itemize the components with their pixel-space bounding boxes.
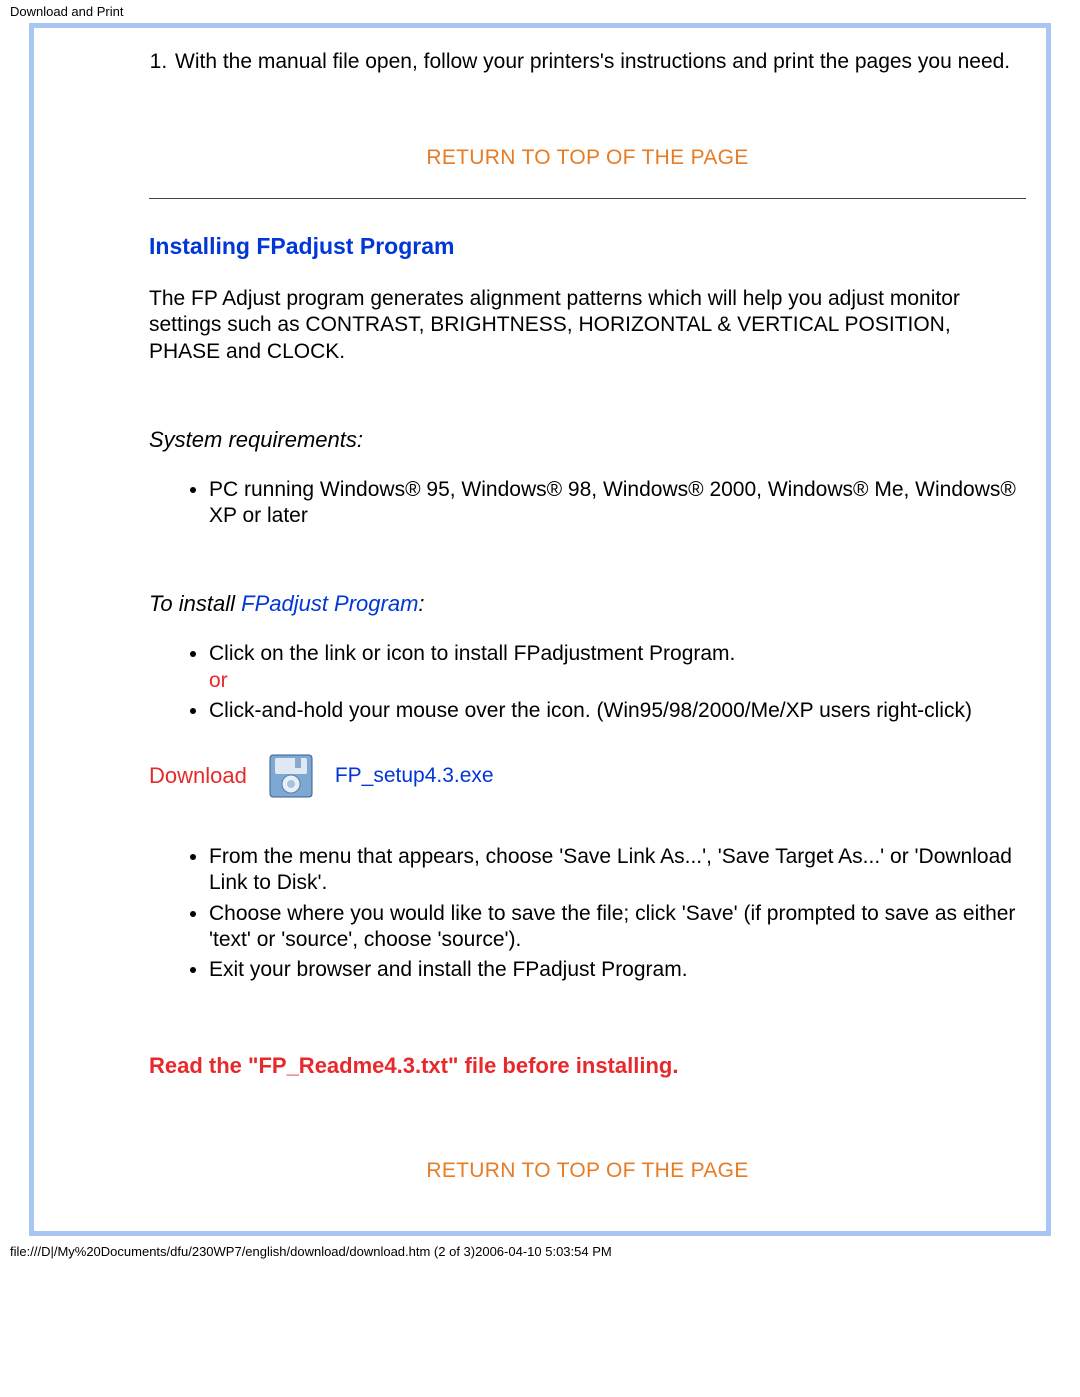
fpadjust-program-link[interactable]: FPadjust Program [241,591,418,616]
install-subheading: To install FPadjust Program: [149,591,1026,617]
download-label: Download [149,763,247,789]
sysreq-list: PC running Windows® 95, Windows® 98, Win… [209,477,1026,530]
print-instruction-list: With the manual file open, follow your p… [173,50,1026,74]
return-to-top-anchor[interactable]: RETURN TO TOP OF THE PAGE [426,146,748,169]
floppy-disk-icon[interactable] [269,754,313,798]
page-title-small: Download and Print [0,0,1080,23]
divider [149,198,1026,199]
list-item: From the menu that appears, choose 'Save… [209,844,1026,897]
page-content: With the manual file open, follow your p… [34,28,1046,1231]
install-step-1-text: Click on the link or icon to install FPa… [209,642,735,665]
list-item: Exit your browser and install the FPadju… [209,957,1026,983]
or-label: or [209,669,228,692]
list-item: PC running Windows® 95, Windows® 98, Win… [209,477,1026,530]
list-item: Click-and-hold your mouse over the icon.… [209,698,1026,724]
list-item: Click on the link or icon to install FPa… [209,641,1026,694]
install-label-prefix: To install [149,591,241,616]
return-to-top-anchor[interactable]: RETURN TO TOP OF THE PAGE [426,1159,748,1182]
footer-path: file:///D|/My%20Documents/dfu/230WP7/eng… [0,1236,1080,1265]
readme-notice: Read the "FP_Readme4.3.txt" file before … [149,1053,1026,1079]
download-file-link[interactable]: FP_setup4.3.exe [335,764,494,788]
return-to-top-link-1: RETURN TO TOP OF THE PAGE [149,146,1026,170]
sysreq-subheading: System requirements: [149,427,1026,453]
list-item: With the manual file open, follow your p… [173,50,1026,74]
fpadjust-intro: The FP Adjust program generates alignmen… [149,286,1026,365]
install-label-suffix: : [418,591,424,616]
page-border: With the manual file open, follow your p… [29,23,1051,1236]
list-item: Choose where you would like to save the … [209,901,1026,954]
return-to-top-link-2: RETURN TO TOP OF THE PAGE [149,1159,1026,1183]
post-download-list: From the menu that appears, choose 'Save… [209,844,1026,983]
section-heading-fpadjust: Installing FPadjust Program [149,233,1026,260]
install-steps-list: Click on the link or icon to install FPa… [209,641,1026,724]
download-row: Download FP_setup4.3.exe [149,754,1026,798]
